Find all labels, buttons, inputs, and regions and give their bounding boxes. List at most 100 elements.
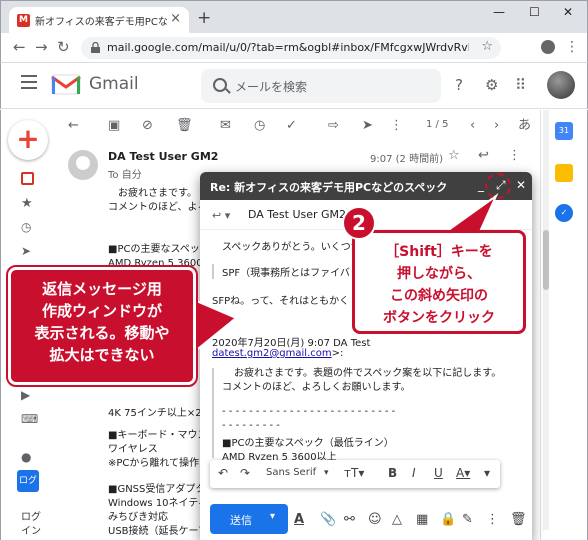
send-button[interactable]: 送信 ▾ [210, 504, 288, 534]
account-avatar[interactable] [547, 71, 575, 99]
insert-drive-icon[interactable]: △ [392, 512, 402, 527]
recipient-line[interactable]: To 自分 [108, 166, 142, 181]
keyboard-icon[interactable]: ⌨ [21, 412, 38, 426]
font-size-icon[interactable]: ᴛT▾ [344, 466, 364, 480]
search-icon[interactable] [213, 78, 227, 92]
browser-tab[interactable]: M 新オフィスの来客デモ用PCなどのスペ × [9, 7, 189, 34]
body-line: ■GNSS受信アダプタ [108, 484, 206, 495]
insert-emoji-icon[interactable]: ☺ [368, 512, 382, 527]
login-text-2[interactable]: イン [21, 522, 41, 537]
bookmark-star-icon[interactable]: ☆ [481, 39, 493, 54]
gmail-logo-icon [51, 74, 81, 95]
close-icon[interactable]: ✕ [516, 177, 526, 193]
more-format-icon[interactable]: ▾ [484, 466, 490, 480]
add-task-icon[interactable]: ✓ [286, 119, 297, 133]
snooze-icon[interactable]: ◷ [254, 119, 265, 133]
minimize-icon[interactable]: _ [478, 177, 484, 193]
snoozed-clock-icon[interactable]: ◷ [21, 220, 31, 234]
archive-icon[interactable]: ▣ [108, 119, 120, 133]
font-dropdown-arrow-icon[interactable]: ▾ [324, 468, 329, 478]
message-more-icon[interactable]: ⋮ [508, 148, 521, 163]
extension-icon[interactable] [541, 40, 555, 54]
meet-video-icon[interactable]: ▶ [21, 388, 30, 402]
search-placeholder: メールを検索 [235, 80, 308, 94]
formatting-options-icon[interactable]: A [294, 512, 304, 527]
login-text-1[interactable]: ログ [21, 508, 41, 523]
label-icon[interactable]: ➤ [362, 119, 373, 133]
main-menu-icon[interactable] [21, 75, 37, 89]
important-icon[interactable]: ➤ [21, 244, 31, 258]
signature-icon[interactable]: ✎ [462, 512, 473, 527]
attach-file-icon[interactable]: 📎 [320, 512, 336, 527]
back-arrow-icon[interactable]: ← [13, 39, 26, 55]
right-callout-text: ［Shift］キーを 押しながら、 この斜め矢印の ボタンをクリック [383, 244, 495, 326]
schedule-send-arrow-icon[interactable]: ▾ [270, 511, 275, 522]
url-field[interactable]: mail.google.com/mail/u/0/?tab=rm&ogbl#in… [81, 37, 501, 59]
back-to-inbox-icon[interactable]: ← [68, 119, 79, 133]
older-chevron-icon[interactable]: › [494, 119, 499, 133]
confidential-mode-icon[interactable]: 🔒 [440, 512, 456, 527]
mark-unread-icon[interactable]: ✉ [220, 119, 231, 133]
body-line: ワイヤレス [108, 444, 158, 455]
move-to-icon[interactable]: ⇨ [328, 119, 339, 133]
tab-close-icon[interactable]: × [170, 11, 181, 26]
mail-search-input[interactable]: メールを検索 [201, 69, 441, 103]
window-close-button[interactable]: ✕ [563, 5, 573, 19]
settings-gear-icon[interactable]: ⚙ [485, 76, 498, 94]
left-callout-text: 返信メッセージ用 作成ウィンドウが 表示される。移動や 拡大はできない [34, 280, 170, 364]
scrollbar-thumb[interactable] [543, 230, 549, 290]
underline-icon[interactable]: U [434, 466, 443, 480]
new-tab-button[interactable]: + [197, 10, 211, 27]
apps-grid-icon[interactable]: ⠿ [515, 76, 526, 94]
reply-line[interactable]: SFPね。って、それはともかく [212, 292, 349, 307]
reply-type-icon[interactable]: ↩ ▾ [212, 208, 230, 224]
newer-chevron-icon[interactable]: ‹ [470, 119, 475, 133]
help-icon[interactable]: ? [455, 76, 463, 94]
scrollbar-track[interactable] [543, 110, 549, 530]
insert-photo-icon[interactable]: ▦ [416, 512, 428, 527]
reload-icon[interactable]: ↻ [57, 39, 70, 55]
body-line: 4K 75インチ以上×2台 [108, 408, 212, 419]
tasks-icon[interactable]: ✓ [555, 204, 573, 222]
insert-link-icon[interactable]: ⚯ [344, 512, 355, 527]
star-icon[interactable]: ☆ [448, 148, 460, 163]
sender-name[interactable]: DA Test User GM2 [108, 150, 218, 163]
window-minimize-button[interactable]: — [493, 5, 505, 19]
compose-button[interactable]: + [8, 120, 48, 160]
inbox-icon[interactable] [21, 172, 34, 185]
text-color-icon[interactable]: A▾ [456, 466, 470, 480]
redo-icon[interactable]: ↷ [240, 466, 250, 480]
forward-arrow-icon[interactable]: → [35, 39, 48, 55]
starred-icon[interactable]: ★ [21, 196, 33, 211]
more-options-icon[interactable]: ⋮ [486, 512, 499, 527]
window-maximize-button[interactable]: ☐ [529, 5, 540, 19]
report-spam-icon[interactable]: ⊘ [142, 119, 153, 133]
tab-title: 新オフィスの来客デモ用PCなどのスペ [35, 17, 167, 28]
font-family-select[interactable]: Sans Serif [266, 467, 316, 478]
discard-draft-icon[interactable]: 🗑 [510, 512, 527, 527]
reply-line[interactable]: SPF（現事務所とはファイバ [212, 264, 350, 279]
quote-line: コメントのほど、よろしくお願いします。 [222, 382, 411, 393]
more-icon[interactable]: ⋮ [390, 119, 403, 133]
calendar-icon[interactable]: 31 [555, 122, 573, 140]
undo-icon[interactable]: ↶ [218, 466, 228, 480]
reply-line[interactable]: スペックありがとう。いくつか [212, 238, 361, 253]
reply-window-header[interactable]: Re: 新オフィスの来客デモ用PCなどのスペック _ ⤢ ✕ [200, 172, 532, 200]
italic-icon[interactable]: I [412, 466, 416, 480]
quote-email-link[interactable]: datest.gm2@gmail.com [212, 348, 332, 359]
bold-icon[interactable]: B [388, 466, 397, 480]
keep-icon[interactable] [555, 164, 573, 182]
quote-line: - - - - - - - - - [222, 420, 280, 431]
reply-icon[interactable]: ↩ [478, 148, 489, 163]
body-line: Windows 10ネイティ [108, 498, 208, 509]
hangouts-icon[interactable]: ● [21, 450, 31, 464]
gmail-header: Gmail メールを検索 ? ⚙ ⠿ [0, 63, 588, 109]
hangouts-login-badge[interactable]: ログ [17, 470, 39, 492]
message-toolbar: ← ▣ ⊘ 🗑 ✉ ◷ ✓ ⇨ ➤ ⋮ 1 / 5 ‹ › あ [50, 110, 540, 142]
reply-window-title: Re: 新オフィスの来客デモ用PCなどのスペック [210, 181, 448, 194]
send-row: 送信 ▾ A 📎 ⚯ ☺ △ ▦ 🔒 ✎ ⋮ 🗑 [200, 500, 532, 540]
input-tools-language[interactable]: あ [518, 119, 531, 133]
quote-email-suffix: >: [331, 348, 344, 359]
delete-icon[interactable]: 🗑 [176, 119, 193, 133]
browser-menu-icon[interactable]: ⋮ [565, 39, 579, 55]
